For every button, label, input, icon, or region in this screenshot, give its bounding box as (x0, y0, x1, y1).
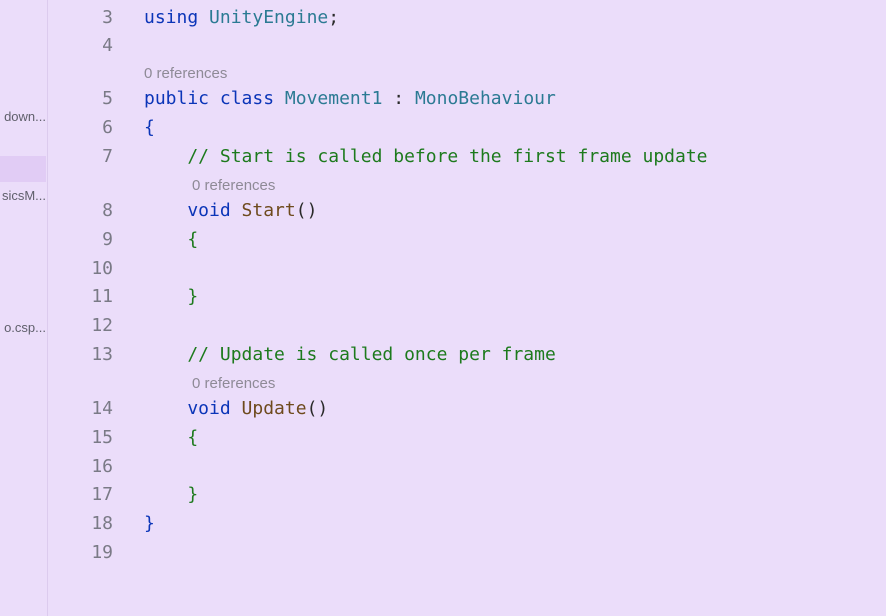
code-line[interactable]: 10 (48, 254, 886, 283)
code-token: UnityEngine (209, 7, 329, 28)
line-number: 10 (91, 258, 113, 279)
code-line[interactable]: 13 // Update is called once per frame (48, 340, 886, 369)
code-line[interactable]: 14 void Update() (48, 394, 886, 423)
line-number: 7 (102, 146, 113, 167)
line-code[interactable]: { (144, 423, 198, 452)
line-number: 16 (91, 456, 113, 477)
line-code[interactable]: { (144, 113, 155, 142)
code-token: class (219, 88, 285, 109)
code-line[interactable]: 15 { (48, 423, 886, 452)
code-token: void (144, 398, 242, 419)
line-code[interactable]: { (144, 225, 198, 254)
code-token: using (144, 7, 210, 28)
line-code[interactable]: } (144, 282, 198, 311)
codelens-references[interactable]: 0 references (192, 175, 275, 197)
code-line[interactable]: 9 { (48, 225, 886, 254)
code-token: } (144, 484, 199, 505)
codelens-references[interactable]: 0 references (144, 63, 227, 85)
code-line[interactable]: 17 } (48, 480, 886, 509)
code-token: () (295, 200, 318, 221)
line-code[interactable]: void Start() (144, 196, 317, 225)
line-code[interactable]: // Start is called before the first fram… (144, 142, 708, 171)
code-token: { (144, 229, 199, 250)
line-number: 11 (91, 286, 113, 307)
codelens-references[interactable]: 0 references (192, 373, 275, 395)
line-number: 4 (102, 35, 113, 56)
line-number: 17 (91, 484, 113, 505)
code-line[interactable]: 11 } (48, 282, 886, 311)
code-token: public (144, 88, 220, 109)
code-line[interactable]: 7 // Start is called before the first fr… (48, 142, 886, 171)
line-number: 18 (91, 513, 113, 534)
line-number: 13 (91, 344, 113, 365)
solution-explorer-panel: down... sicsM... o.csp... (0, 0, 48, 616)
code-line[interactable]: 5 public class Movement1 : MonoBehaviour (48, 84, 886, 113)
code-line[interactable]: 12 (48, 311, 886, 340)
sidebar-item-label: sicsM... (1, 188, 46, 203)
code-token: ; (328, 7, 340, 28)
code-token: } (144, 286, 199, 307)
line-code[interactable]: } (144, 509, 155, 538)
line-number: 5 (102, 88, 113, 109)
sidebar-item-file-1[interactable]: down... (4, 104, 46, 130)
code-token: { (144, 427, 199, 448)
line-number: 19 (91, 542, 113, 563)
code-token: } (144, 513, 155, 534)
code-token: MonoBehaviour (414, 88, 556, 109)
line-number: 3 (102, 7, 113, 28)
sidebar-item-label: down... (4, 109, 46, 124)
code-token: // Start is called before the first fram… (144, 146, 708, 167)
line-code[interactable]: void Update() (144, 394, 328, 423)
sidebar-item-selected[interactable] (0, 156, 46, 182)
line-number: 6 (102, 117, 113, 138)
line-number: 8 (102, 200, 113, 221)
code-line[interactable]: 8 void Start() (48, 196, 886, 225)
line-number: 9 (102, 229, 113, 250)
sidebar-item-label: o.csp... (4, 320, 46, 335)
line-code[interactable]: // Update is called once per frame (144, 340, 556, 369)
sidebar-item-file-2[interactable]: sicsM... (2, 183, 46, 209)
code-token: Movement1 (284, 88, 383, 109)
code-token: { (144, 117, 155, 138)
code-token: : (382, 88, 415, 109)
line-number: 14 (91, 398, 113, 419)
line-code[interactable]: using UnityEngine; (144, 3, 339, 32)
code-token: void (144, 200, 242, 221)
line-code[interactable]: } (144, 480, 198, 509)
sidebar-item-file-3[interactable]: o.csp... (4, 315, 46, 341)
line-number: 15 (91, 427, 113, 448)
code-editor[interactable]: 0 references 0 references 0 references 3… (48, 0, 886, 616)
code-line[interactable]: 18} (48, 509, 886, 538)
code-token: Update (241, 398, 307, 419)
code-line[interactable]: 3 using UnityEngine; (48, 3, 886, 32)
line-code[interactable]: public class Movement1 : MonoBehaviour (144, 84, 556, 113)
code-line[interactable]: 6{ (48, 113, 886, 142)
line-number: 12 (91, 315, 113, 336)
code-line[interactable]: 4 (48, 31, 886, 60)
code-token: // Update is called once per frame (144, 344, 556, 365)
code-token: Start (241, 200, 296, 221)
code-token: () (306, 398, 329, 419)
code-line[interactable]: 16 (48, 452, 886, 481)
code-line[interactable]: 19 (48, 538, 886, 567)
